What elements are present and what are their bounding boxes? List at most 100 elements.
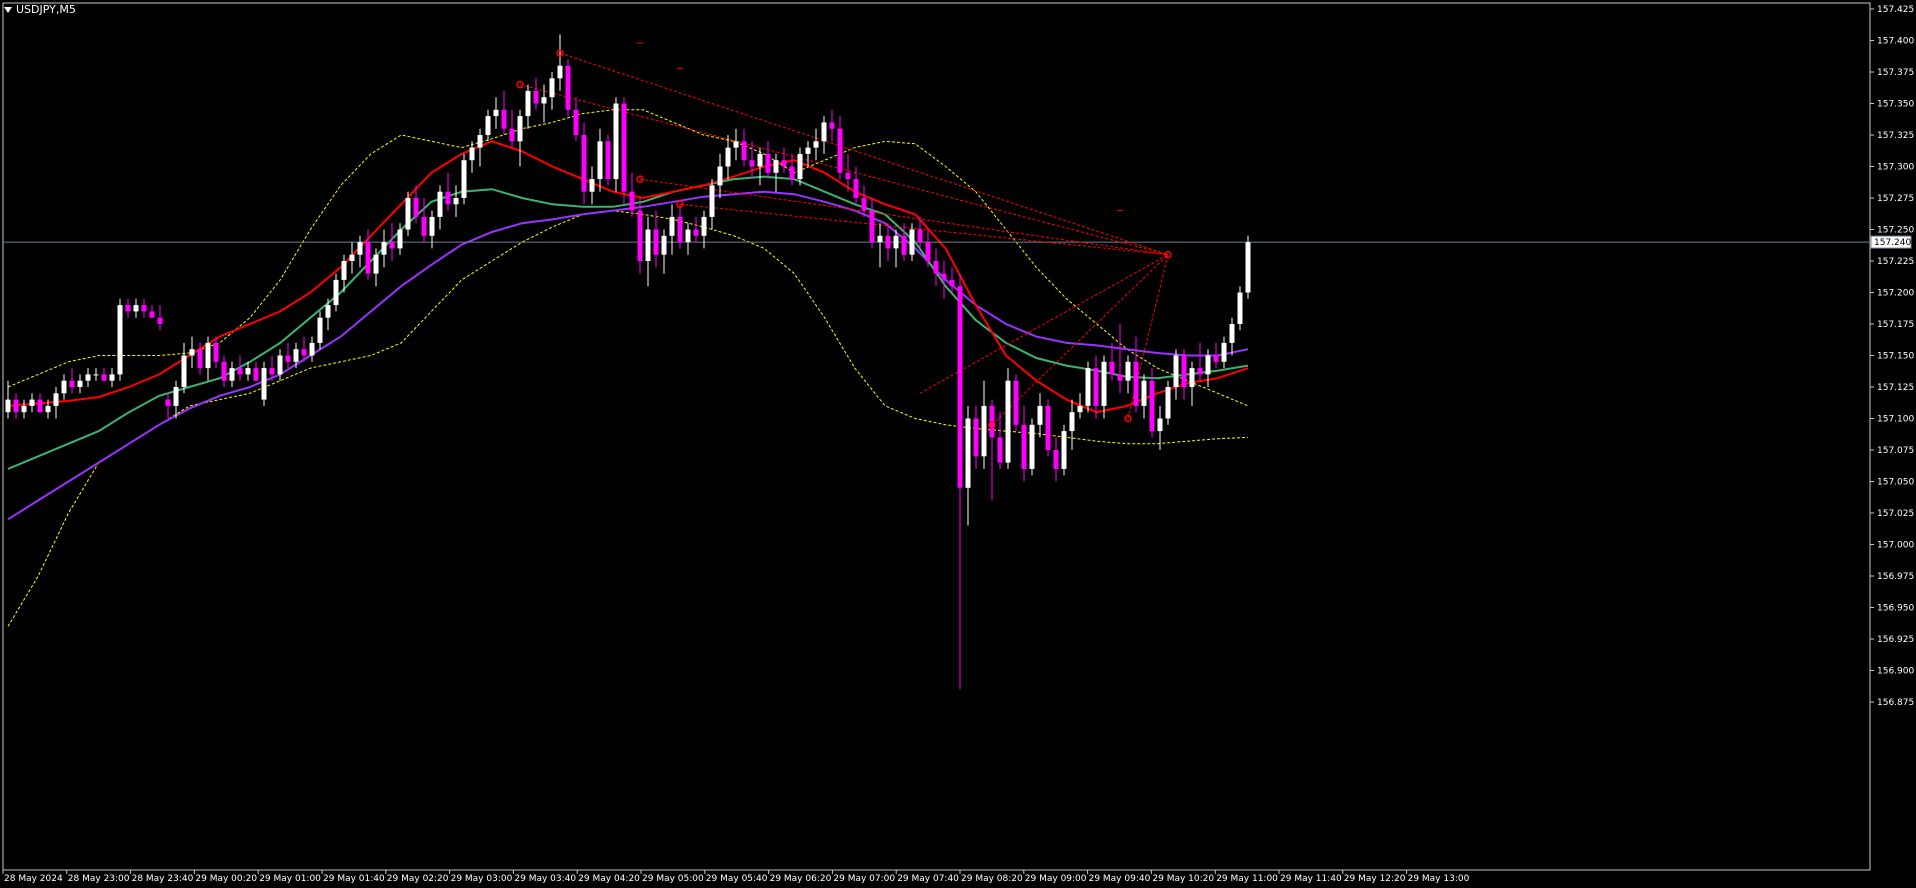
- candle-body: [1061, 431, 1067, 469]
- candle-body: [901, 235, 907, 255]
- candle-body: [325, 305, 331, 318]
- time-tick-label: 29 May 06:20: [770, 874, 832, 884]
- candle-body: [645, 229, 651, 261]
- price-tick-label: 157.200: [1877, 289, 1914, 299]
- candle: [1125, 355, 1131, 394]
- candle-body: [637, 210, 643, 261]
- candle-body: [205, 342, 211, 369]
- candle: [109, 368, 115, 387]
- candle-body: [413, 198, 419, 217]
- candle: [781, 147, 787, 173]
- candle: [469, 141, 475, 173]
- price-tick-label: 157.125: [1877, 383, 1914, 393]
- candle: [165, 393, 171, 419]
- candle-body: [965, 418, 971, 488]
- candle: [125, 298, 131, 318]
- candle: [117, 298, 123, 381]
- price-tick-label: 156.950: [1877, 604, 1914, 614]
- candle-body: [885, 235, 891, 249]
- candle-body: [365, 242, 371, 274]
- candle-body: [1189, 368, 1195, 387]
- candle: [669, 204, 675, 255]
- candle-body: [837, 128, 843, 173]
- candle-body: [165, 399, 171, 406]
- candle: [517, 109, 523, 167]
- candle: [261, 361, 267, 406]
- candle: [861, 185, 867, 217]
- candle-body: [677, 216, 683, 243]
- candle-body: [389, 242, 395, 249]
- price-tick-label: 157.425: [1877, 5, 1914, 15]
- candle-body: [69, 380, 75, 387]
- candle-body: [1109, 361, 1115, 375]
- candle: [1045, 399, 1051, 457]
- candle-body: [565, 65, 571, 110]
- candle: [1165, 380, 1171, 425]
- candle: [1173, 349, 1179, 400]
- candle-body: [973, 418, 979, 457]
- price-axis: 156.875 156.900 156.925 156.950 156.975 157.0…: [1870, 5, 1914, 708]
- candle: [949, 267, 955, 293]
- candle: [941, 261, 947, 299]
- candle: [1005, 368, 1011, 469]
- candle: [637, 198, 643, 274]
- candle: [693, 216, 699, 243]
- price-tick-label: 157.275: [1877, 194, 1914, 204]
- candle: [213, 336, 219, 369]
- candle: [69, 368, 75, 394]
- candle: [37, 393, 43, 413]
- candle-body: [941, 273, 947, 280]
- candle-body: [685, 229, 691, 243]
- candle-body: [53, 393, 59, 406]
- candle: [381, 229, 387, 268]
- candle: [757, 147, 763, 186]
- candle-body: [397, 229, 403, 249]
- candle-body: [173, 387, 179, 406]
- candle-body: [1077, 405, 1083, 413]
- candle: [453, 185, 459, 217]
- candle-body: [149, 311, 155, 318]
- candle-body: [133, 305, 139, 312]
- candle: [205, 336, 211, 381]
- price-tick-label: 156.875: [1877, 698, 1914, 708]
- candle: [485, 109, 491, 142]
- ema-red-line: [7, 140, 1249, 414]
- time-tick-label: 29 May 13:00: [1408, 874, 1470, 884]
- candle-body: [1157, 418, 1163, 432]
- candle-body: [525, 90, 531, 117]
- candle: [421, 198, 427, 243]
- candle: [285, 342, 291, 369]
- candle-body: [917, 229, 923, 243]
- candle: [1197, 342, 1203, 381]
- candle: [981, 380, 987, 469]
- candle: [965, 405, 971, 526]
- candle: [805, 141, 811, 167]
- price-tick-label: 157.250: [1877, 226, 1914, 236]
- candle: [877, 223, 883, 268]
- candle-body: [605, 141, 611, 180]
- candle-body: [1141, 380, 1147, 406]
- candle-body: [1125, 361, 1131, 381]
- candle: [85, 368, 91, 387]
- candle-body: [997, 437, 1003, 463]
- candle-body: [717, 166, 723, 186]
- candle-body: [37, 399, 43, 413]
- candle-body: [949, 279, 955, 287]
- candle: [765, 141, 771, 180]
- time-tick-label: 29 May 05:00: [642, 874, 704, 884]
- candle: [821, 116, 827, 154]
- candle: [589, 166, 595, 205]
- chart-window[interactable]: USDJPY,M5 156.875 156.900 156.925 156.950 15…: [0, 0, 1916, 888]
- candle-body: [621, 103, 627, 192]
- candle: [493, 97, 499, 129]
- time-tick-label: 29 May 09:40: [1089, 874, 1151, 884]
- candle-body: [821, 122, 827, 142]
- candle: [661, 229, 667, 274]
- candle-body: [157, 317, 163, 324]
- candle: [1237, 286, 1243, 331]
- candlestick-chart[interactable]: 156.875 156.900 156.925 156.950 156.975 157.0…: [0, 0, 1916, 888]
- candle: [973, 405, 979, 469]
- candle: [957, 273, 963, 690]
- time-tick-label: 29 May 07:40: [897, 874, 959, 884]
- candle-body: [509, 128, 515, 142]
